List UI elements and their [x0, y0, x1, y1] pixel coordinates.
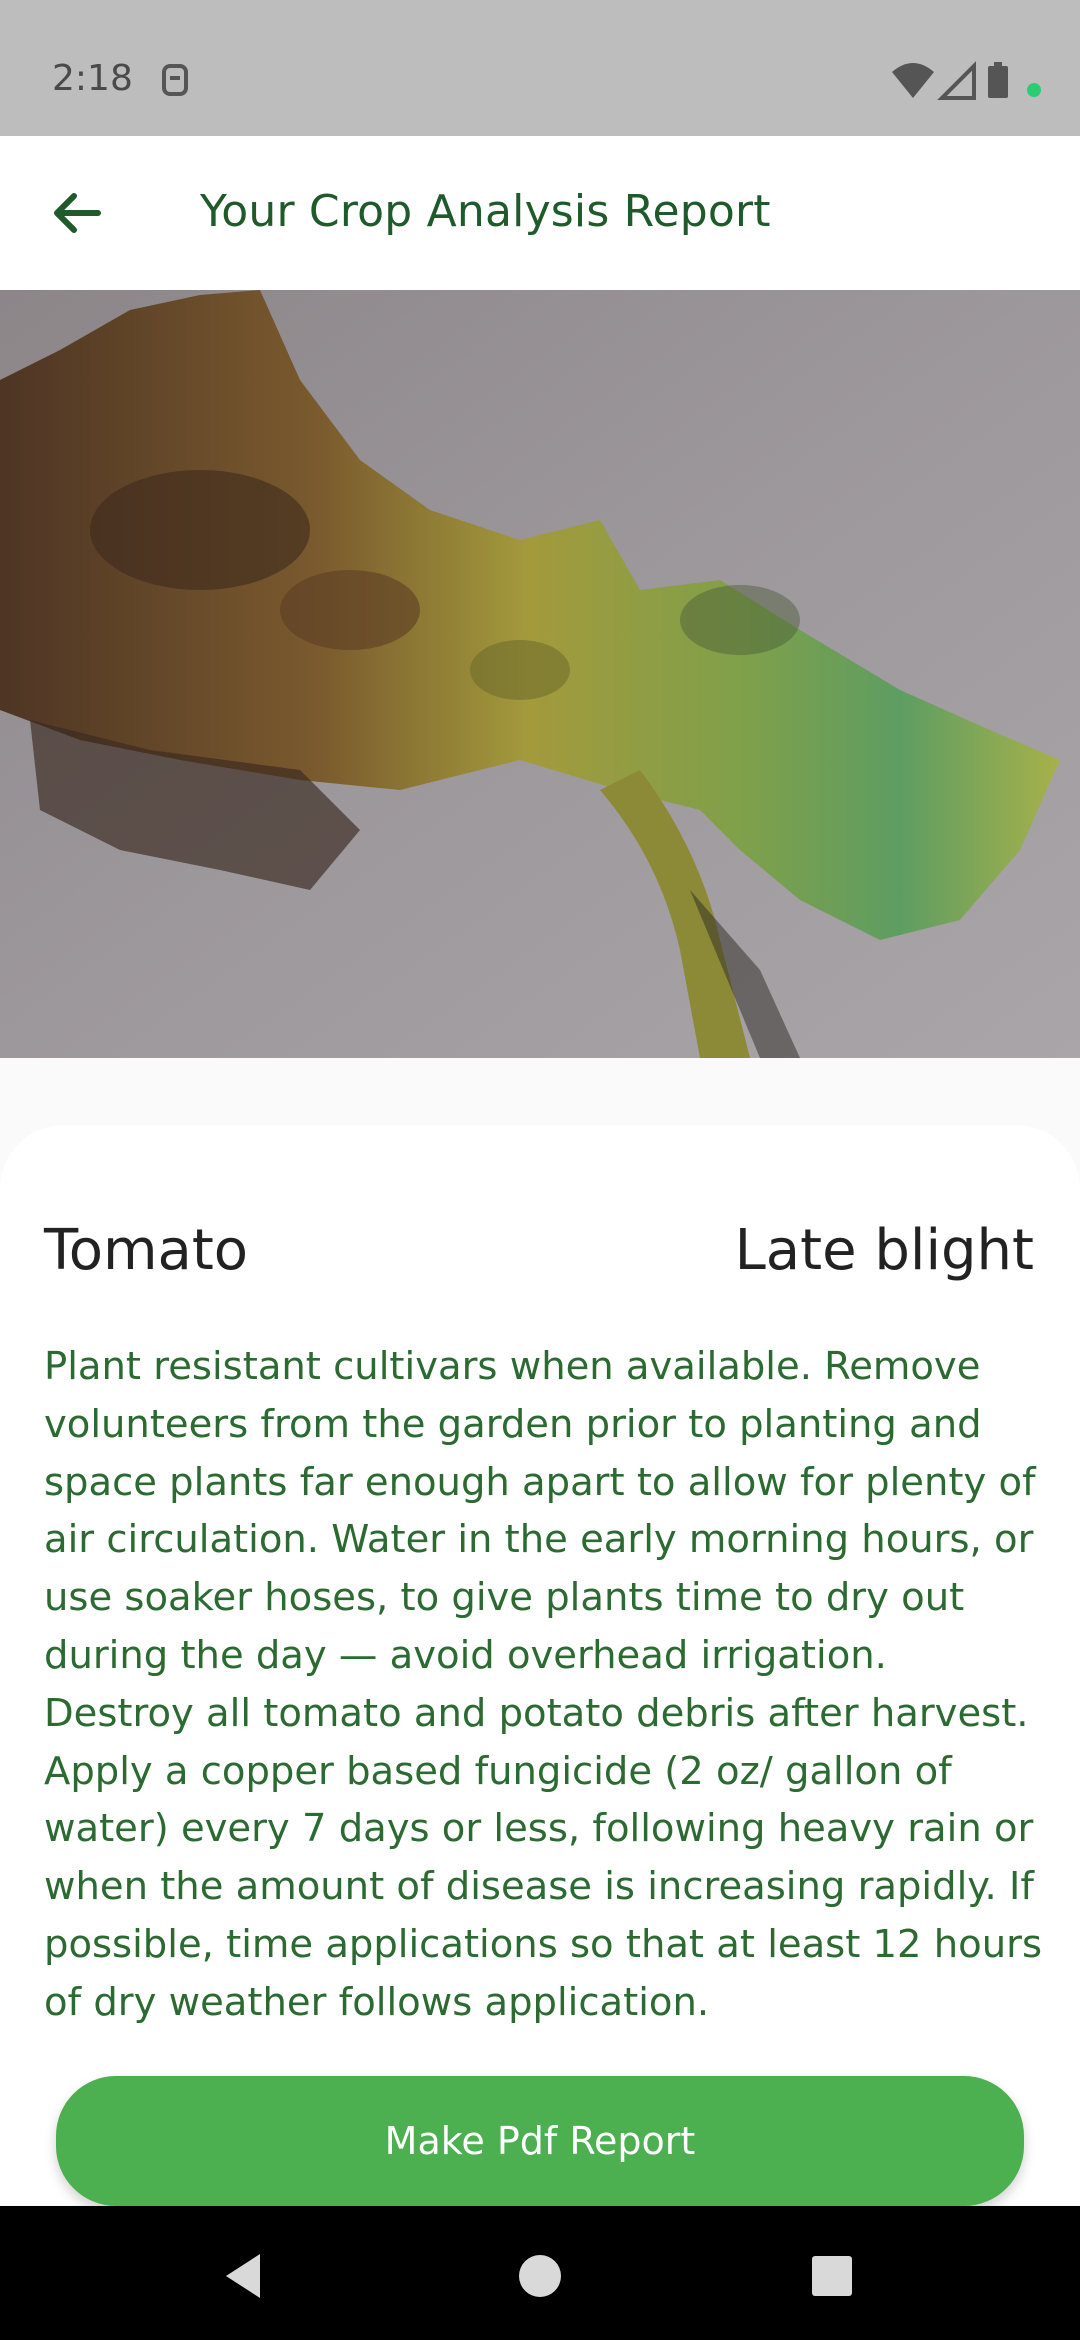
recents-square-icon[interactable] — [802, 2246, 862, 2306]
crop-leaf-image — [0, 290, 1080, 1058]
crop-name: Tomato — [44, 1218, 249, 1283]
notification-dot-icon — [1027, 83, 1041, 97]
sim-card-icon — [162, 64, 188, 96]
make-pdf-report-button[interactable]: Make Pdf Report — [56, 2076, 1024, 2206]
treatment-text: Plant resistant cultivars when available… — [44, 1344, 1043, 2025]
page-title: Your Crop Analysis Report — [200, 186, 771, 237]
back-triangle-icon[interactable] — [216, 2246, 276, 2306]
home-circle-icon[interactable] — [510, 2246, 570, 2306]
wifi-icon — [892, 63, 934, 98]
status-icons — [892, 61, 1041, 100]
back-arrow-icon[interactable] — [40, 176, 114, 250]
app-bar: Your Crop Analysis Report — [0, 136, 1080, 290]
disease-name: Late blight — [734, 1218, 1034, 1283]
status-time: 2:18 — [52, 58, 133, 99]
battery-icon — [988, 62, 1008, 98]
system-nav-bar — [0, 2206, 1080, 2340]
signal-icon — [937, 61, 976, 100]
status-bar: 2:18 — [0, 0, 1080, 136]
